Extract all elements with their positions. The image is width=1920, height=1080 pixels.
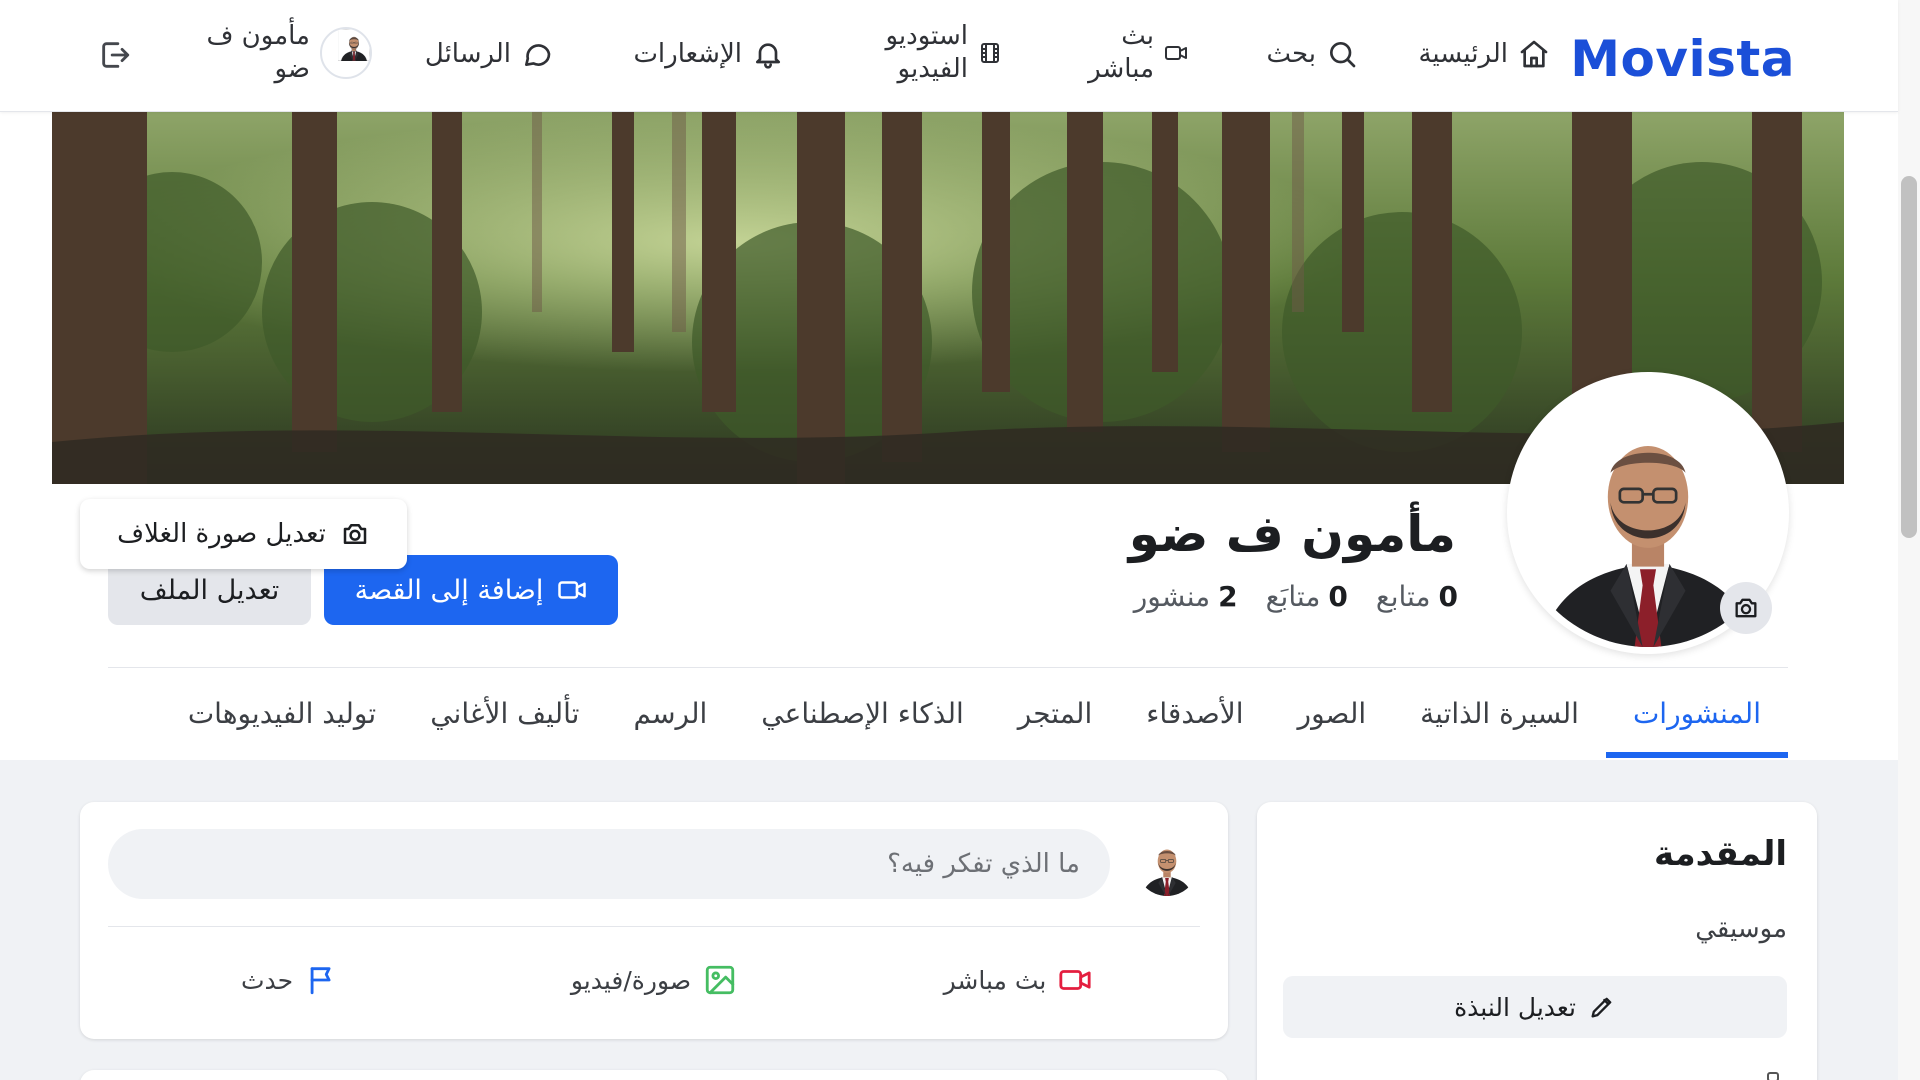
nav-live[interactable]: بث مباشر xyxy=(1088,20,1188,85)
profile-tabs: المنشورات السيرة الذاتية الصور الأصدقاء … xyxy=(108,668,1789,758)
add-to-story-label: إضافة إلى القصة xyxy=(354,574,544,606)
profile-stats: 0متابع 0متابَع 2منشور xyxy=(1134,580,1458,613)
search-icon xyxy=(1326,38,1358,70)
tab-photos[interactable]: الصور xyxy=(1271,668,1394,758)
home-icon xyxy=(1518,38,1550,70)
composer-divider xyxy=(108,926,1200,927)
nav-search-label: بحث xyxy=(1266,39,1316,69)
app-logo[interactable]: Movista xyxy=(1570,30,1795,88)
photo-video-label: صورة/فيديو xyxy=(570,965,692,995)
tab-friends[interactable]: الأصدقاء xyxy=(1119,668,1270,758)
page-scrollbar[interactable] xyxy=(1898,0,1920,1080)
image-icon xyxy=(703,963,737,997)
tab-posts[interactable]: المنشورات xyxy=(1605,668,1789,758)
edit-bio-button[interactable]: تعديل النبذة xyxy=(1283,976,1787,1038)
nav-home[interactable]: الرئيسية xyxy=(1418,38,1550,71)
video-icon xyxy=(1164,41,1188,65)
top-navigation-bar: Movista الرئيسية بحث بث مباشر استوديو ال… xyxy=(0,0,1898,112)
avatar xyxy=(1136,834,1198,896)
profile-name: مأمون ف ضو xyxy=(1128,505,1456,563)
nav-messages-label: الرسائل xyxy=(424,39,511,69)
event-button[interactable]: حدث xyxy=(108,940,472,1020)
pencil-icon xyxy=(1588,993,1616,1021)
scrollbar-thumb[interactable] xyxy=(1901,176,1917,538)
nav-messages[interactable]: الرسائل xyxy=(425,38,553,71)
nav-home-label: الرئيسية xyxy=(1418,39,1508,69)
intro-bio: موسيقي xyxy=(1695,914,1787,944)
next-post-card xyxy=(80,1070,1228,1080)
flag-icon xyxy=(305,963,339,997)
nav-search[interactable]: بحث xyxy=(1266,38,1358,71)
logout-icon xyxy=(98,38,132,72)
composer-actions: بث مباشر صورة/فيديو حدث xyxy=(108,940,1200,1020)
nav-video-studio[interactable]: استوديو الفيديو xyxy=(885,20,1002,85)
video-icon xyxy=(557,575,587,605)
edit-bio-label: تعديل النبذة xyxy=(1454,992,1576,1022)
tab-biography[interactable]: السيرة الذاتية xyxy=(1393,668,1606,758)
logout-button[interactable] xyxy=(98,38,132,72)
event-label: حدث xyxy=(240,965,294,995)
nav-notifications-label: الإشعارات xyxy=(633,39,742,69)
message-icon xyxy=(521,38,553,70)
post-composer: بث مباشر صورة/فيديو حدث xyxy=(80,802,1228,1039)
edit-cover-button[interactable]: تعديل صورة الغلاف xyxy=(80,499,407,569)
tab-ai[interactable]: الذكاء الإصطناعي xyxy=(734,668,990,758)
tab-drawing[interactable]: الرسم xyxy=(606,668,734,758)
stat-posts: 2منشور xyxy=(1133,580,1238,613)
intro-title: المقدمة xyxy=(1654,834,1787,874)
avatar xyxy=(320,26,372,79)
film-icon xyxy=(978,41,1002,65)
stat-following[interactable]: 0متابَع xyxy=(1266,580,1348,613)
tab-video-generation[interactable]: توليد الفيديوهات xyxy=(161,668,403,758)
nav-notifications[interactable]: الإشعارات xyxy=(633,38,784,71)
camera-icon xyxy=(340,519,370,549)
stat-followers[interactable]: 0متابع xyxy=(1376,580,1458,613)
post-input[interactable] xyxy=(108,829,1110,899)
change-avatar-button[interactable] xyxy=(1720,582,1772,634)
camera-icon xyxy=(1732,594,1760,622)
photo-video-button[interactable]: صورة/فيديو xyxy=(472,940,836,1020)
intro-detail-icon xyxy=(1767,1072,1779,1080)
edit-profile-label: تعديل الملف xyxy=(139,574,280,606)
nav-user-profile[interactable]: مأمون ف ضو xyxy=(206,20,372,85)
nav-user-name: مأمون ف ضو xyxy=(206,21,310,84)
profile-header: تعديل صورة الغلاف مأمون ف ضو 0متابع 0متا… xyxy=(0,112,1898,760)
tab-store[interactable]: المتجر xyxy=(991,668,1119,758)
nav-live-label: بث مباشر xyxy=(1088,21,1154,84)
live-video-label: بث مباشر xyxy=(943,965,1047,995)
live-video-button[interactable]: بث مباشر xyxy=(836,940,1200,1020)
nav-video-studio-label: استوديو الفيديو xyxy=(885,21,968,84)
edit-cover-label: تعديل صورة الغلاف xyxy=(117,519,326,549)
intro-card: المقدمة موسيقي تعديل النبذة xyxy=(1257,802,1817,1080)
tab-song-writing[interactable]: تأليف الأغاني xyxy=(403,668,606,758)
video-icon xyxy=(1058,963,1092,997)
bell-icon xyxy=(752,38,784,70)
